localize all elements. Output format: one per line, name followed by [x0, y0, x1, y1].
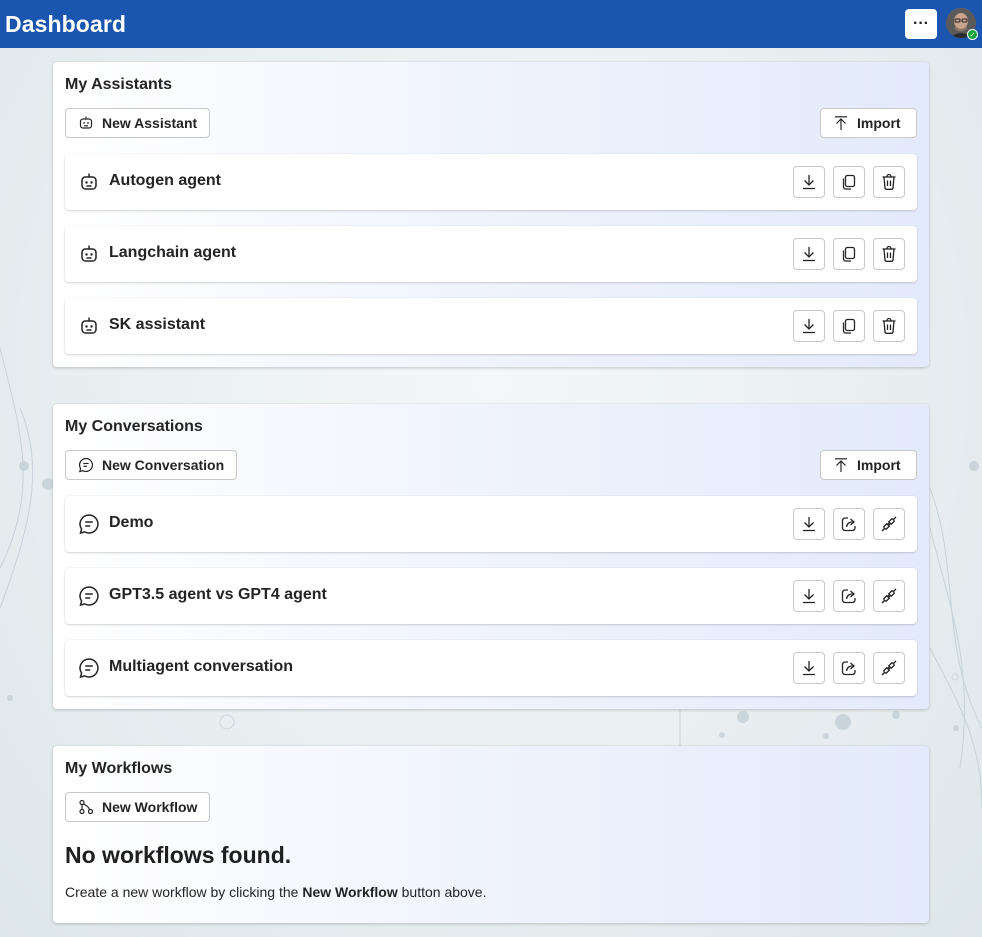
bot-icon — [81, 245, 97, 262]
new-workflow-button[interactable]: New Workflow — [65, 792, 211, 822]
assistant-list-item[interactable]: Langchain agent — [65, 226, 917, 282]
download-button[interactable] — [793, 580, 825, 612]
plug-connected-icon — [881, 660, 897, 676]
conversation-name: Multiagent conversation — [109, 658, 294, 675]
new-assistant-button[interactable]: New Assistant — [65, 108, 211, 138]
empty-text-after: button above. — [397, 884, 487, 900]
delete-icon — [882, 173, 896, 190]
chat-bubble-icon — [79, 586, 99, 607]
conversation-list-item[interactable]: Demo — [65, 496, 917, 552]
conversations-section: My Conversations New Conversation Import… — [53, 404, 929, 709]
assistants-section: My Assistants New Assistant Import Autog… — [53, 62, 929, 367]
conversation-list-item[interactable]: Multiagent conversation — [65, 640, 917, 696]
item-actions — [785, 508, 905, 540]
share-icon — [841, 589, 856, 604]
delete-button[interactable] — [873, 238, 905, 270]
empty-state-title: No workflows found. — [65, 842, 292, 868]
plug-connected-icon — [881, 516, 897, 532]
item-actions — [785, 238, 905, 270]
connect-button[interactable] — [873, 508, 905, 540]
conversation-list-item[interactable]: GPT3.5 agent vs GPT4 agent — [65, 568, 917, 624]
arrow-upload-icon — [835, 116, 847, 130]
copy-button[interactable] — [833, 166, 865, 198]
download-button[interactable] — [793, 310, 825, 342]
empty-state-text: Create a new workflow by clicking the Ne… — [65, 884, 487, 900]
download-icon — [803, 517, 815, 532]
share-icon — [841, 661, 856, 676]
flow-icon — [79, 799, 94, 815]
download-button[interactable] — [793, 166, 825, 198]
import-conversation-button[interactable]: Import — [820, 450, 917, 480]
delete-icon — [882, 245, 896, 262]
connect-button[interactable] — [873, 580, 905, 612]
empty-text-bold: New Workflow — [302, 884, 398, 900]
item-actions — [785, 166, 905, 198]
top-bar: Dashboard — [0, 0, 982, 48]
share-button[interactable] — [833, 580, 865, 612]
presence-available-badge: ✓ — [967, 29, 978, 40]
delete-icon — [882, 317, 896, 334]
download-button[interactable] — [793, 652, 825, 684]
delete-button[interactable] — [873, 310, 905, 342]
new-conversation-label: New Conversation — [102, 457, 225, 473]
connect-button[interactable] — [873, 652, 905, 684]
new-assistant-label: New Assistant — [102, 115, 198, 131]
import-assistant-button[interactable]: Import — [820, 108, 917, 138]
new-conversation-button[interactable]: New Conversation — [65, 450, 238, 480]
assistant-name: Langchain agent — [109, 244, 237, 261]
delete-button[interactable] — [873, 166, 905, 198]
copy-button[interactable] — [833, 310, 865, 342]
assistant-list-item[interactable]: Autogen agent — [65, 154, 917, 210]
plug-connected-icon — [881, 588, 897, 604]
download-button[interactable] — [793, 238, 825, 270]
assistant-name: Autogen agent — [109, 172, 221, 189]
bot-icon — [81, 173, 97, 190]
share-button[interactable] — [833, 508, 865, 540]
assistant-name: SK assistant — [109, 316, 206, 333]
user-avatar[interactable]: ✓ — [946, 8, 978, 40]
download-icon — [803, 589, 815, 604]
import-conversation-label: Import — [857, 457, 901, 473]
download-button[interactable] — [793, 508, 825, 540]
conversation-name: Demo — [109, 514, 154, 531]
item-actions — [785, 652, 905, 684]
new-workflow-label: New Workflow — [102, 799, 198, 815]
assistants-section-title: My Assistants — [65, 76, 172, 93]
conversation-name: GPT3.5 agent vs GPT4 agent — [109, 586, 327, 603]
chat-bubble-icon — [79, 514, 99, 535]
download-icon — [803, 319, 815, 334]
download-icon — [803, 661, 815, 676]
item-actions — [785, 580, 905, 612]
share-icon — [841, 517, 856, 532]
copy-icon — [842, 318, 856, 334]
chat-bubble-icon — [79, 658, 99, 679]
arrow-upload-icon — [835, 458, 847, 472]
workflows-section-title: My Workflows — [65, 760, 173, 777]
more-horizontal-icon: ··· — [913, 15, 929, 32]
empty-text-before: Create a new workflow by clicking the — [65, 884, 303, 900]
bot-icon — [79, 116, 93, 129]
bot-icon — [81, 317, 97, 334]
download-icon — [803, 175, 815, 190]
import-assistant-label: Import — [857, 115, 901, 131]
copy-button[interactable] — [833, 238, 865, 270]
download-icon — [803, 247, 815, 262]
workflows-section: My Workflows New Workflow No workflows f… — [53, 746, 929, 923]
share-button[interactable] — [833, 652, 865, 684]
conversations-section-title: My Conversations — [65, 418, 203, 435]
page-title: Dashboard — [5, 10, 127, 37]
assistant-list-item[interactable]: SK assistant — [65, 298, 917, 354]
copy-icon — [842, 174, 856, 190]
chat-bubble-icon — [78, 457, 94, 473]
more-options-button[interactable]: ··· — [905, 9, 937, 39]
item-actions — [785, 310, 905, 342]
copy-icon — [842, 246, 856, 262]
